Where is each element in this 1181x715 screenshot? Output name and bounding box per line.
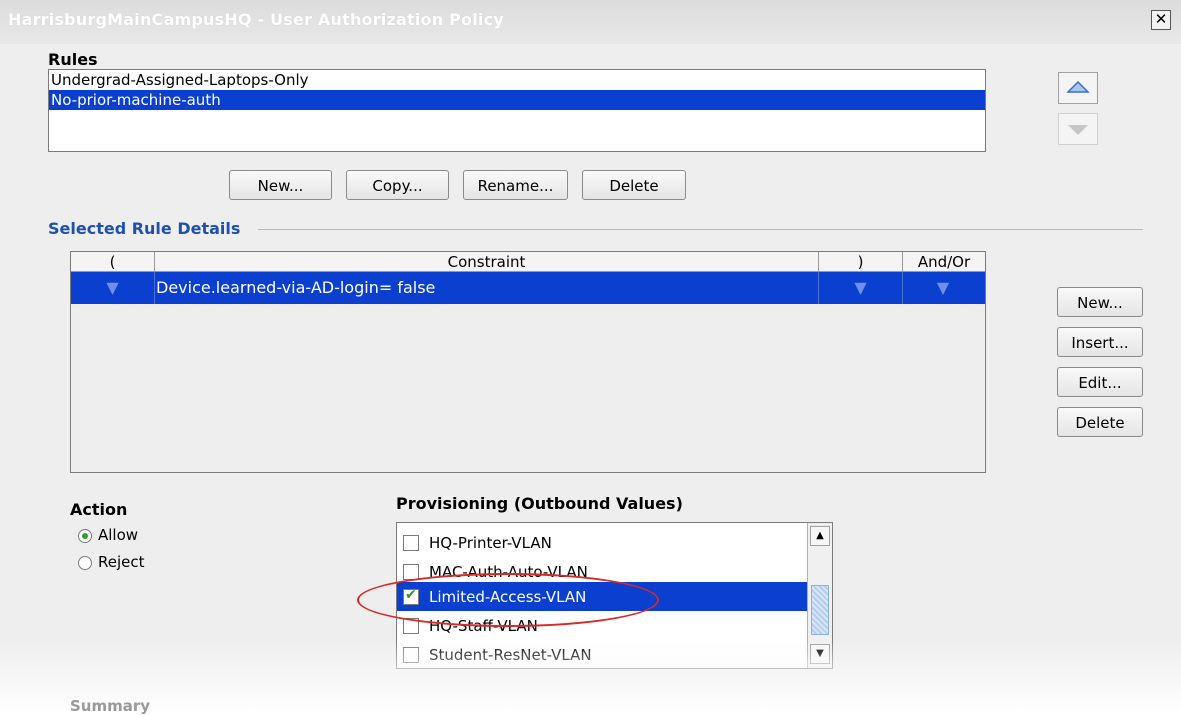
down-triangle-icon: [1068, 125, 1088, 135]
close-icon: ✕: [1154, 10, 1168, 28]
list-item[interactable]: Limited-Access-VLAN: [397, 582, 807, 611]
rule-new-button-label: New...: [257, 177, 304, 195]
close-button[interactable]: ✕: [1151, 10, 1171, 30]
column-constraint[interactable]: Constraint: [155, 252, 819, 272]
reject-radio-label: Reject: [98, 553, 145, 571]
move-rule-up-button[interactable]: [1058, 72, 1098, 104]
hq-staff-vlan-checkbox[interactable]: [403, 617, 419, 634]
list-item[interactable]: HQ-Staff-VLAN: [397, 611, 807, 640]
constraint-edit-button[interactable]: Edit...: [1057, 367, 1143, 397]
mac-auth-auto-vlan-checkbox[interactable]: [403, 563, 419, 580]
rule-item-undergrad[interactable]: Undergrad-Assigned-Laptops-Only: [49, 70, 985, 90]
scrollbar-thumb[interactable]: [811, 585, 829, 635]
rule-new-button[interactable]: New...: [229, 170, 332, 200]
column-and-or[interactable]: And/Or: [903, 252, 985, 272]
provisioning-label: Provisioning (Outbound Values): [396, 494, 683, 513]
rule-rename-button-label: Rename...: [477, 177, 554, 195]
rule-copy-button-label: Copy...: [372, 177, 423, 195]
rule-copy-button[interactable]: Copy...: [346, 170, 449, 200]
constraint-delete-button-label: Delete: [1075, 414, 1125, 432]
action-label: Action: [70, 500, 128, 519]
list-item-label: HQ-Staff-VLAN: [429, 616, 538, 635]
rule-item-no-prior-machine-auth[interactable]: No-prior-machine-auth: [49, 90, 985, 110]
reject-radio[interactable]: [78, 556, 92, 570]
scroll-up-button[interactable]: ▲: [810, 526, 830, 546]
list-item-label: MAC-Auth-Auto-VLAN: [429, 562, 588, 581]
column-open-paren[interactable]: (: [71, 252, 155, 272]
limited-access-vlan-checkbox[interactable]: [403, 587, 419, 605]
dropdown-arrow-icon: ▼: [936, 278, 950, 297]
allow-radio[interactable]: [78, 529, 92, 543]
list-item[interactable]: HQ-Printer-VLAN: [397, 528, 807, 557]
constraint-table-header: ( Constraint ) And/Or: [71, 252, 985, 272]
rules-label: Rules: [48, 50, 98, 69]
rule-rename-button[interactable]: Rename...: [463, 170, 568, 200]
list-item-label: Limited-Access-VLAN: [429, 587, 587, 606]
constraint-insert-button[interactable]: Insert...: [1057, 327, 1143, 357]
section-divider: [258, 229, 1143, 230]
list-item[interactable]: Student-ResNet-VLAN: [397, 640, 807, 668]
table-row[interactable]: ▼ Device.learned-via-AD-login= false ▼ ▼: [71, 272, 985, 304]
provisioning-listbox[interactable]: HQ-Printer-VLAN MAC-Auth-Auto-VLAN Limit…: [396, 522, 833, 669]
rule-delete-button[interactable]: Delete: [582, 170, 686, 200]
constraint-new-button[interactable]: New...: [1057, 287, 1143, 317]
list-item-label: Student-ResNet-VLAN: [429, 645, 592, 664]
constraint-delete-button[interactable]: Delete: [1057, 407, 1143, 437]
scroll-up-arrow-icon: ▲: [816, 530, 824, 541]
constraint-insert-button-label: Insert...: [1071, 334, 1129, 352]
allow-radio-label: Allow: [98, 526, 139, 544]
constraint-new-button-label: New...: [1077, 294, 1123, 312]
move-rule-down-button[interactable]: [1058, 113, 1098, 145]
title-bar: HarrisburgMainCampusHQ - User Authorizat…: [0, 0, 1181, 44]
student-resnet-vlan-checkbox[interactable]: [403, 646, 419, 663]
list-item-label: HQ-Printer-VLAN: [429, 533, 552, 552]
hq-printer-vlan-checkbox[interactable]: [403, 534, 419, 551]
constraint-edit-button-label: Edit...: [1078, 374, 1122, 392]
up-triangle-icon: [1066, 80, 1090, 93]
window-title: HarrisburgMainCampusHQ - User Authorizat…: [8, 10, 504, 29]
scroll-down-button[interactable]: ▼: [810, 644, 830, 664]
summary-label: Summary: [70, 697, 151, 715]
open-paren-cell[interactable]: ▼: [71, 272, 155, 304]
rules-listbox[interactable]: Undergrad-Assigned-Laptops-Only No-prior…: [48, 69, 986, 152]
constraint-table[interactable]: ( Constraint ) And/Or ▼ Device.learned-v…: [70, 251, 986, 473]
constraint-cell[interactable]: Device.learned-via-AD-login= false: [155, 272, 819, 304]
selected-rule-details-heading: Selected Rule Details: [48, 219, 241, 238]
dropdown-arrow-icon: ▼: [106, 278, 119, 297]
provisioning-scrollbar[interactable]: ▲ ▼: [807, 523, 832, 668]
close-paren-cell[interactable]: ▼: [819, 272, 903, 304]
column-close-paren[interactable]: ): [819, 252, 903, 272]
scroll-down-arrow-icon: ▼: [816, 648, 824, 659]
dropdown-arrow-icon: ▼: [854, 278, 867, 297]
rule-delete-button-label: Delete: [609, 177, 659, 195]
and-or-cell[interactable]: ▼: [903, 272, 983, 304]
